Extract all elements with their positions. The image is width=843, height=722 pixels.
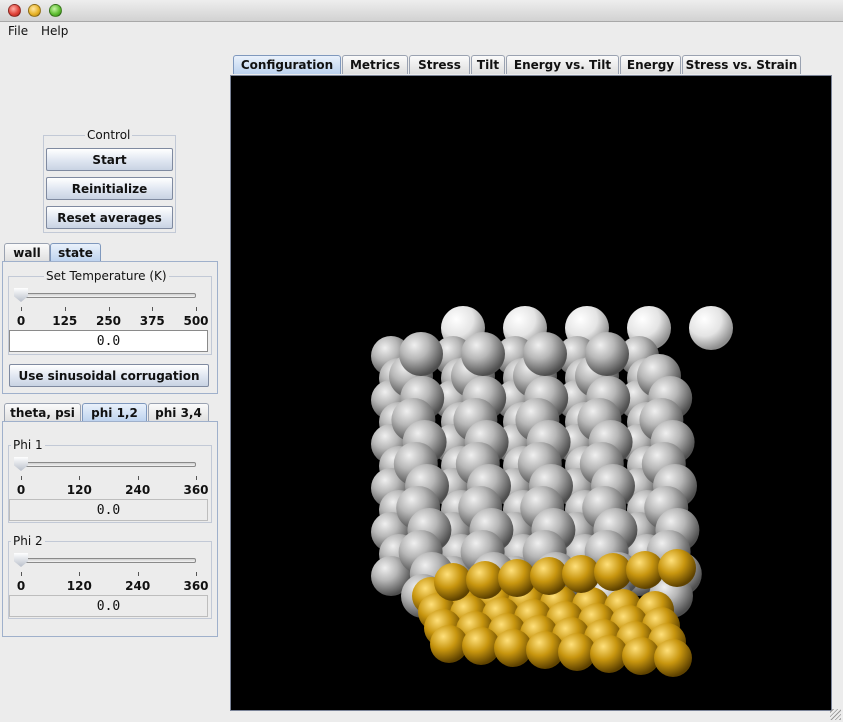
slider-tick: [21, 476, 22, 480]
phi1-title: Phi 1: [11, 438, 45, 452]
slider-tick-label: 250: [95, 314, 122, 328]
temperature-field[interactable]: 0.0: [9, 330, 208, 352]
start-button[interactable]: Start: [46, 148, 173, 171]
control-title: Control: [85, 128, 133, 142]
slider-tick-label: 240: [125, 579, 151, 593]
close-icon[interactable]: [8, 4, 21, 17]
slider-tick-label: 0: [16, 579, 26, 593]
chain-atom: [461, 332, 505, 376]
slider-tick-label: 120: [66, 579, 92, 593]
slider-tick-label: 500: [183, 314, 209, 328]
surface-atom: [654, 639, 692, 677]
menu-file[interactable]: File: [8, 24, 28, 38]
slider-tick: [79, 476, 81, 480]
tab-state[interactable]: state: [50, 243, 101, 262]
slider-tick-label: 240: [125, 483, 151, 497]
reinitialize-button[interactable]: Reinitialize: [46, 177, 173, 200]
surface-atom: [658, 549, 696, 587]
tab-tilt[interactable]: Tilt: [471, 55, 505, 74]
slider-tick: [196, 307, 197, 311]
tab-theta-psi[interactable]: theta, psi: [4, 403, 81, 422]
slider-tick-label: 120: [66, 483, 92, 497]
slider-tick-label: 375: [139, 314, 165, 328]
phi2-field: 0.0: [9, 595, 208, 617]
temperature-slider-track: [16, 293, 196, 298]
slider-tick: [196, 572, 197, 576]
tab-stress[interactable]: Stress: [409, 55, 470, 74]
slider-tick-label: 360: [183, 483, 209, 497]
tab-metrics[interactable]: Metrics: [342, 55, 408, 74]
sinusoidal-corrugation-button[interactable]: Use sinusoidal corrugation: [9, 364, 209, 387]
tab-wall[interactable]: wall: [4, 243, 50, 262]
tab-energy-vs-tilt[interactable]: Energy vs. Tilt: [506, 55, 619, 74]
menu-bar: File Help: [0, 22, 843, 42]
phi2-title: Phi 2: [11, 534, 45, 548]
slider-tick: [137, 572, 139, 576]
molecule-render: [371, 306, 733, 677]
slider-tick-label: 0: [16, 483, 26, 497]
chain-atom: [399, 332, 443, 376]
chain-end-atom: [689, 306, 733, 350]
resize-grip-icon[interactable]: [830, 709, 841, 720]
slider-tick: [79, 572, 81, 576]
tab-stress-vs-strain[interactable]: Stress vs. Strain: [682, 55, 801, 74]
slider-tick: [196, 476, 197, 480]
slider-tick: [21, 307, 22, 311]
reset-averages-button[interactable]: Reset averages: [46, 206, 173, 229]
tab-configuration[interactable]: Configuration: [233, 55, 341, 74]
minimize-icon[interactable]: [28, 4, 41, 17]
phi2-slider-track: [16, 558, 196, 563]
chain-atom: [523, 332, 567, 376]
slider-tick: [21, 572, 22, 576]
configuration-canvas[interactable]: [230, 75, 832, 711]
window-titlebar: [0, 0, 843, 22]
zoom-icon[interactable]: [49, 4, 62, 17]
tab-phi-12[interactable]: phi 1,2: [82, 403, 147, 422]
slider-tick: [137, 476, 139, 480]
temperature-title: Set Temperature (K): [44, 269, 169, 283]
tab-phi-34[interactable]: phi 3,4: [148, 403, 209, 422]
phi1-slider-track: [16, 462, 196, 467]
slider-tick-label: 360: [183, 579, 209, 593]
slider-tick: [64, 307, 66, 311]
slider-tick-label: 125: [52, 314, 78, 328]
slider-tick: [108, 307, 110, 311]
tab-energy[interactable]: Energy: [620, 55, 681, 74]
chain-atom: [585, 332, 629, 376]
slider-tick-label: 0: [16, 314, 26, 328]
menu-help[interactable]: Help: [41, 24, 68, 38]
phi1-field: 0.0: [9, 499, 208, 521]
slider-tick: [152, 307, 154, 311]
